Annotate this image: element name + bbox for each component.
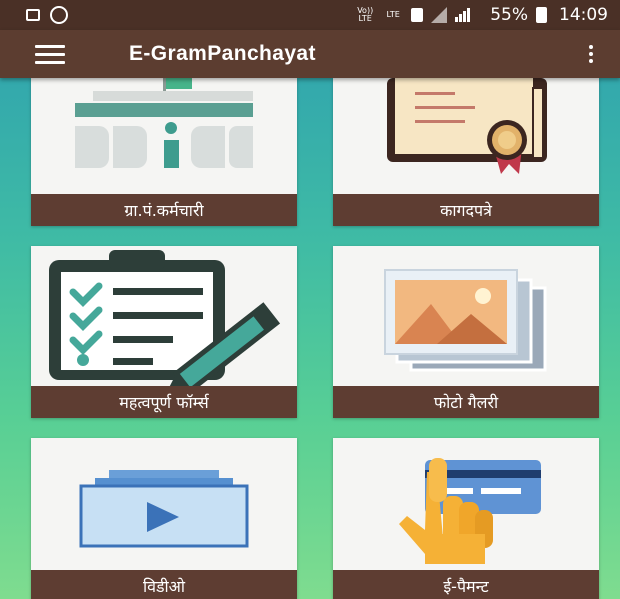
tile-e-payment[interactable]: ई-पैमन्ट bbox=[333, 438, 599, 599]
hamburger-menu-icon[interactable] bbox=[35, 44, 65, 64]
clipboard-form-icon bbox=[31, 246, 297, 386]
image-notification-icon bbox=[26, 9, 40, 21]
app-toolbar: E-GramPanchayat bbox=[0, 30, 620, 78]
building-icon bbox=[31, 78, 297, 194]
volte-indicator: Vo)) LTE bbox=[357, 6, 374, 23]
tile-label: विडीओ bbox=[31, 570, 297, 599]
tile-label: ग्रा.पं.कर्मचारी bbox=[31, 194, 297, 226]
tile-label: महत्वपूर्ण फॉर्म्स bbox=[31, 386, 297, 418]
certificate-icon bbox=[333, 78, 599, 194]
app-title: E-GramPanchayat bbox=[129, 42, 316, 65]
tile-photo-gallery[interactable]: फोटो गैलरी bbox=[333, 246, 599, 418]
video-icon bbox=[31, 438, 297, 578]
lte-indicator: LTE bbox=[386, 10, 400, 19]
battery-icon bbox=[536, 7, 547, 23]
tile-documents[interactable]: कागदपत्रे bbox=[333, 78, 599, 226]
photo-gallery-icon bbox=[333, 246, 599, 386]
signal-bars-icon bbox=[455, 8, 471, 22]
tile-label: कागदपत्रे bbox=[333, 194, 599, 226]
tile-video[interactable]: विडीओ bbox=[31, 438, 297, 599]
card-payment-icon bbox=[333, 438, 599, 578]
tile-label: फोटो गैलरी bbox=[333, 386, 599, 418]
whatsapp-notification-icon bbox=[50, 6, 68, 24]
clock: 14:09 bbox=[559, 5, 608, 25]
status-bar: Vo)) LTE LTE 55% 14:09 bbox=[0, 0, 620, 30]
tile-forms[interactable]: महत्वपूर्ण फॉर्म्स bbox=[31, 246, 297, 418]
more-vert-icon[interactable] bbox=[589, 45, 593, 63]
sim-icon bbox=[411, 8, 424, 22]
battery-percent: 55% bbox=[490, 5, 528, 25]
tile-staff[interactable]: ग्रा.पं.कर्मचारी bbox=[31, 78, 297, 226]
signal-strength-icon bbox=[431, 7, 448, 23]
app-screen: Vo)) LTE LTE 55% 14:09 E-GramPanchayat ग… bbox=[0, 0, 620, 599]
tile-label: ई-पैमन्ट bbox=[333, 570, 599, 599]
